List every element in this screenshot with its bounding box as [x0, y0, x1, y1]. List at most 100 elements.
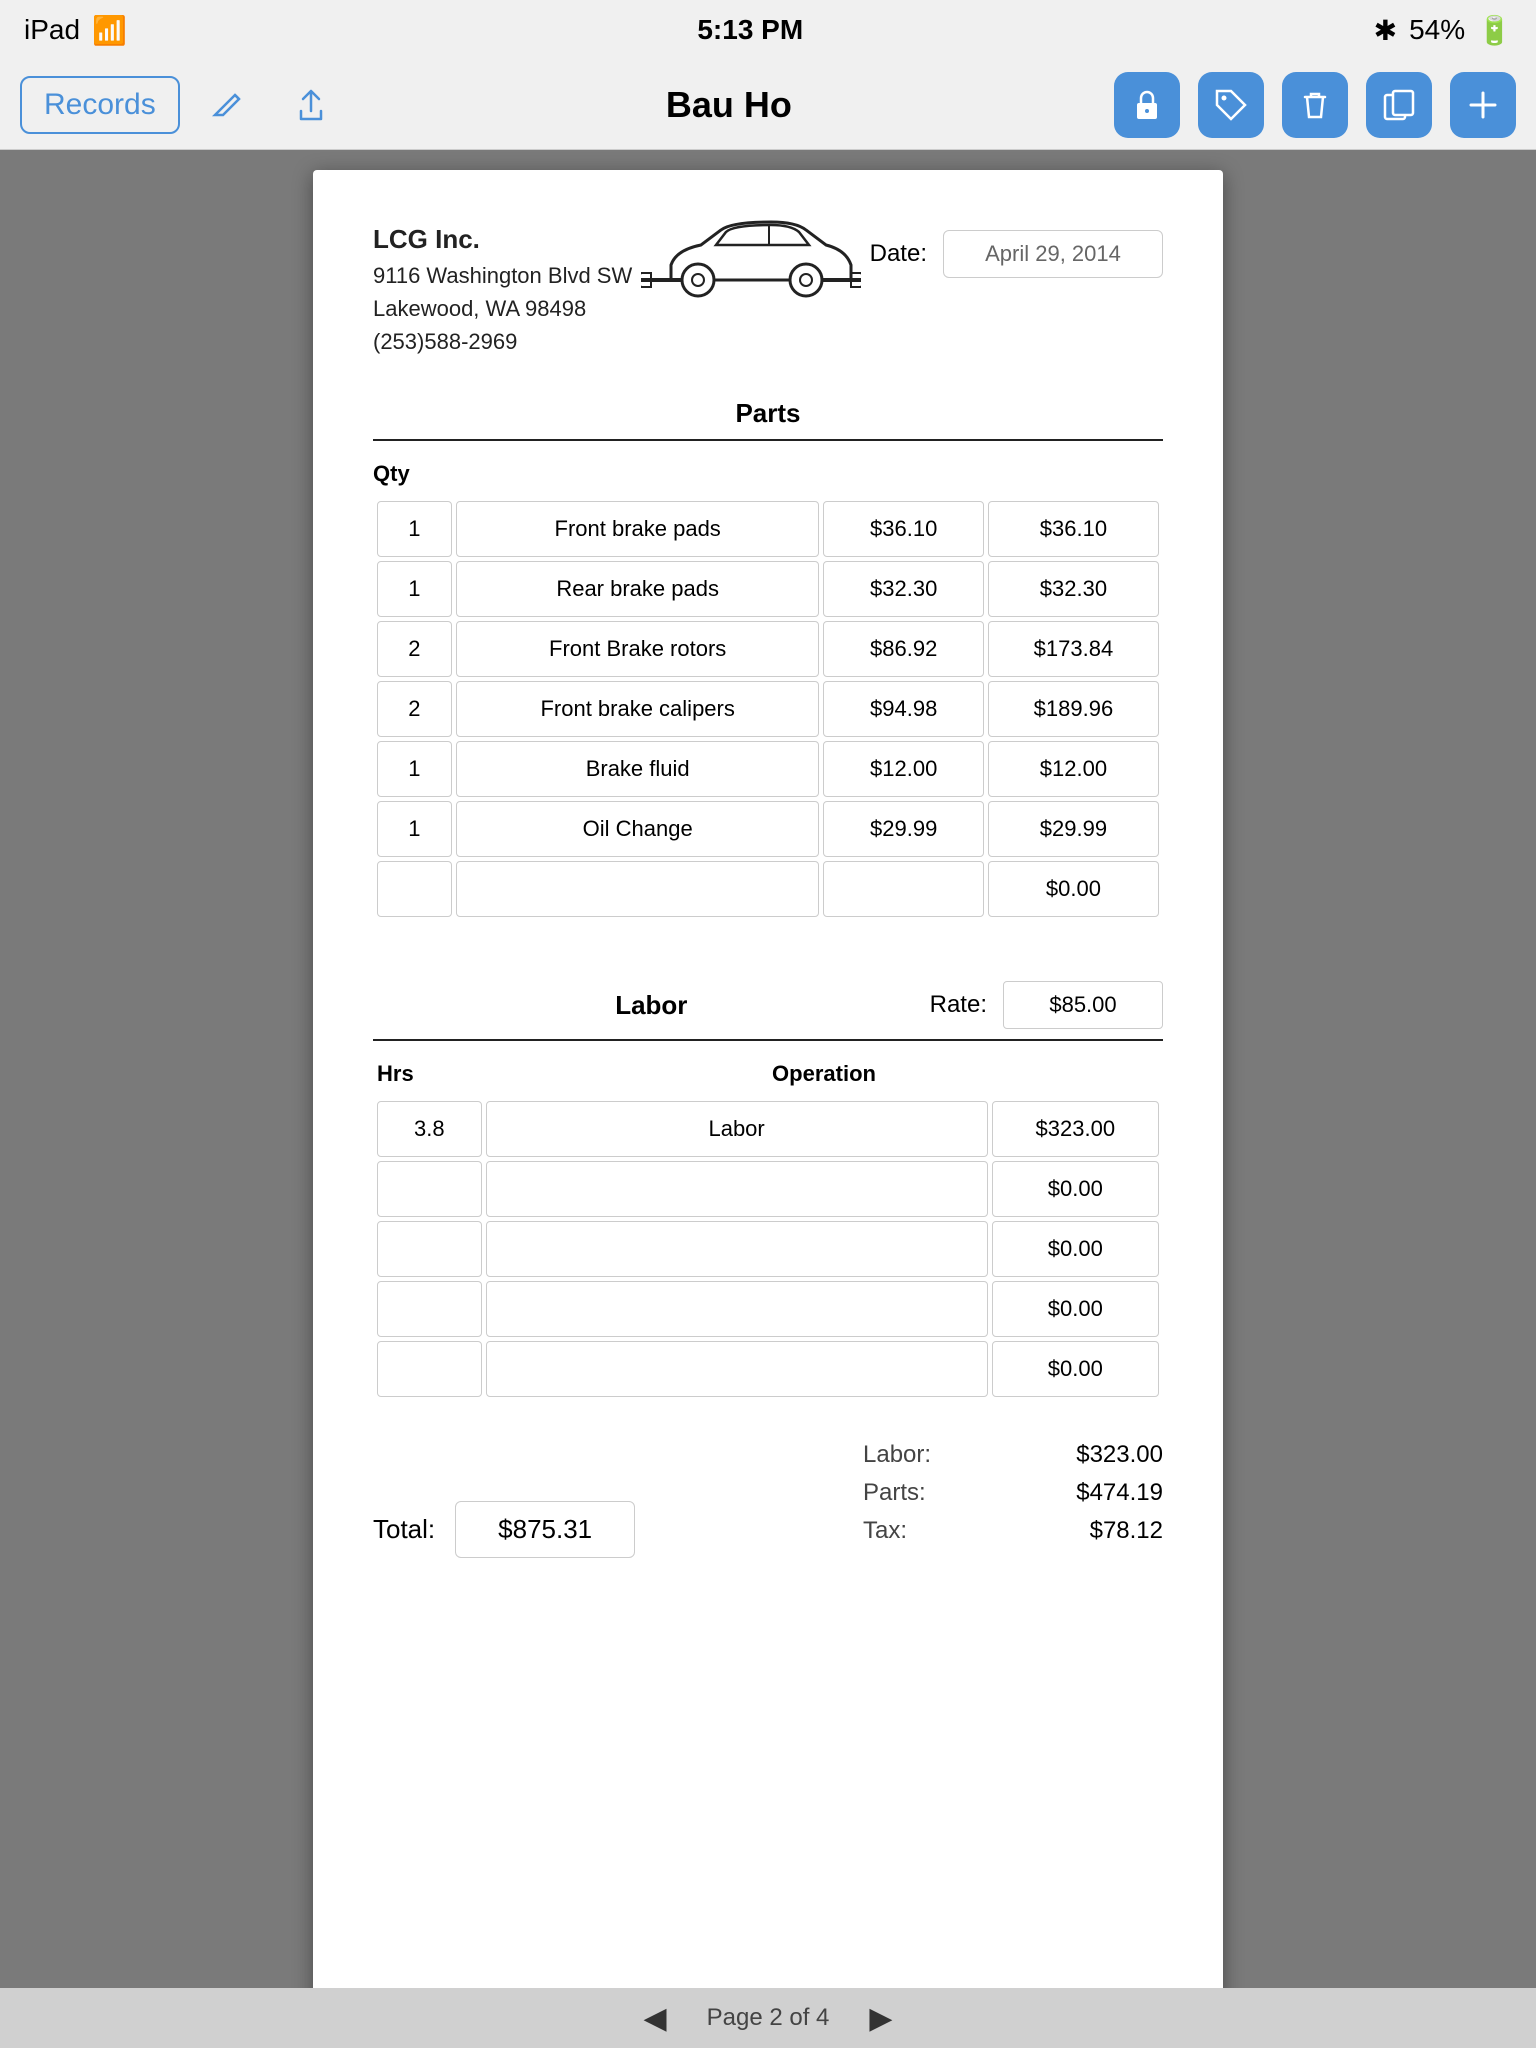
add-button[interactable]: [1450, 72, 1516, 138]
parts-price-3[interactable]: $94.98: [823, 681, 983, 737]
labor-hrs-2[interactable]: [377, 1221, 482, 1277]
labor-op-2[interactable]: [486, 1221, 988, 1277]
labor-hrs-0[interactable]: 3.8: [377, 1101, 482, 1157]
total-right: Labor: $323.00 Parts: $474.19 Tax: $78.1…: [863, 1441, 1163, 1545]
parts-price-1[interactable]: $32.30: [823, 561, 983, 617]
lock-button[interactable]: [1114, 72, 1180, 138]
prev-page-arrow[interactable]: ◀: [644, 2001, 667, 2036]
edit-button[interactable]: [196, 72, 262, 138]
share-button[interactable]: [278, 72, 344, 138]
tag-button[interactable]: [1198, 72, 1264, 138]
total-left: Total: $875.31: [373, 1501, 635, 1558]
toolbar-right: [1114, 72, 1516, 138]
qty-label: Qty: [373, 461, 1163, 487]
parts-section-title: Parts: [373, 398, 1163, 429]
parts-total-6[interactable]: $0.00: [988, 861, 1159, 917]
parts-table: 1 Front brake pads $36.10 $36.10 1 Rear …: [373, 497, 1163, 921]
labor-total-label: Labor:: [863, 1441, 931, 1469]
parts-name-5[interactable]: Oil Change: [456, 801, 820, 857]
labor-amt-2[interactable]: $0.00: [992, 1221, 1159, 1277]
car-logo: [641, 210, 861, 310]
total-value[interactable]: $875.31: [455, 1501, 635, 1558]
labor-hrs-4[interactable]: [377, 1341, 482, 1397]
parts-name-4[interactable]: Brake fluid: [456, 741, 820, 797]
date-label: Date:: [870, 240, 927, 268]
parts-name-2[interactable]: Front Brake rotors: [456, 621, 820, 677]
labor-amt-1[interactable]: $0.00: [992, 1161, 1159, 1217]
parts-qty-1[interactable]: 1: [377, 561, 452, 617]
parts-total-4[interactable]: $12.00: [988, 741, 1159, 797]
parts-price-0[interactable]: $36.10: [823, 501, 983, 557]
parts-qty-4[interactable]: 1: [377, 741, 452, 797]
total-label: Total:: [373, 1514, 435, 1545]
parts-total-0[interactable]: $36.10: [988, 501, 1159, 557]
page-indicator: ◀ Page 2 of 4 ▶: [0, 1988, 1536, 2048]
parts-qty-0[interactable]: 1: [377, 501, 452, 557]
parts-row: 2 Front brake calipers $94.98 $189.96: [377, 681, 1159, 737]
labor-op-0[interactable]: Labor: [486, 1101, 988, 1157]
date-section: Date: April 29, 2014: [870, 230, 1163, 278]
bluetooth-icon: ✱: [1374, 14, 1397, 47]
parts-name-1[interactable]: Rear brake pads: [456, 561, 820, 617]
parts-row: 1 Brake fluid $12.00 $12.00: [377, 741, 1159, 797]
parts-price-2[interactable]: $86.92: [823, 621, 983, 677]
labor-total-row: Labor: $323.00: [863, 1441, 1163, 1469]
parts-qty-5[interactable]: 1: [377, 801, 452, 857]
labor-row: 3.8 Labor $323.00: [377, 1101, 1159, 1157]
page-title: Bau Ho: [666, 84, 792, 126]
parts-row: 1 Rear brake pads $32.30 $32.30: [377, 561, 1159, 617]
company-name: LCG Inc.: [373, 220, 632, 259]
parts-total-label: Parts:: [863, 1479, 926, 1507]
parts-total-1[interactable]: $32.30: [988, 561, 1159, 617]
parts-price-4[interactable]: $12.00: [823, 741, 983, 797]
parts-total-value: $474.19: [1076, 1479, 1163, 1507]
date-value[interactable]: April 29, 2014: [943, 230, 1163, 278]
records-button[interactable]: Records: [20, 76, 180, 134]
status-bar: iPad 📶 5:13 PM ✱ 54% 🔋: [0, 0, 1536, 60]
parts-qty-3[interactable]: 2: [377, 681, 452, 737]
delete-button[interactable]: [1282, 72, 1348, 138]
battery-label: 54%: [1409, 14, 1465, 46]
tax-total-row: Tax: $78.12: [863, 1517, 1163, 1545]
labor-section-title: Labor: [373, 990, 930, 1021]
copy-button[interactable]: [1366, 72, 1432, 138]
tax-total-value: $78.12: [1090, 1517, 1163, 1545]
labor-rate-section: Rate: $85.00: [930, 981, 1163, 1029]
parts-divider: [373, 439, 1163, 441]
labor-op-1[interactable]: [486, 1161, 988, 1217]
labor-row: $0.00: [377, 1341, 1159, 1397]
parts-total-5[interactable]: $29.99: [988, 801, 1159, 857]
labor-hrs-3[interactable]: [377, 1281, 482, 1337]
toolbar: Records Bau Ho: [0, 60, 1536, 150]
labor-amt-0[interactable]: $323.00: [992, 1101, 1159, 1157]
labor-hrs-1[interactable]: [377, 1161, 482, 1217]
parts-total-3[interactable]: $189.96: [988, 681, 1159, 737]
parts-name-3[interactable]: Front brake calipers: [456, 681, 820, 737]
company-info: LCG Inc. 9116 Washington Blvd SW Lakewoo…: [373, 220, 632, 358]
op-col-label: Operation: [489, 1061, 1159, 1087]
labor-op-4[interactable]: [486, 1341, 988, 1397]
labor-amt-3[interactable]: $0.00: [992, 1281, 1159, 1337]
invoice-document: LCG Inc. 9116 Washington Blvd SW Lakewoo…: [313, 170, 1223, 2030]
next-page-arrow[interactable]: ▶: [869, 2001, 892, 2036]
parts-name-0[interactable]: Front brake pads: [456, 501, 820, 557]
status-left: iPad 📶: [24, 14, 127, 47]
totals-section: Total: $875.31 Labor: $323.00 Parts: $47…: [373, 1441, 1163, 1558]
labor-amt-4[interactable]: $0.00: [992, 1341, 1159, 1397]
company-address2: Lakewood, WA 98498: [373, 292, 632, 325]
labor-row: $0.00: [377, 1221, 1159, 1277]
labor-row: $0.00: [377, 1161, 1159, 1217]
parts-price-5[interactable]: $29.99: [823, 801, 983, 857]
status-right: ✱ 54% 🔋: [1374, 14, 1512, 47]
parts-price-6[interactable]: [823, 861, 983, 917]
parts-total-2[interactable]: $173.84: [988, 621, 1159, 677]
labor-op-3[interactable]: [486, 1281, 988, 1337]
parts-name-6[interactable]: [456, 861, 820, 917]
labor-rate-value[interactable]: $85.00: [1003, 981, 1163, 1029]
parts-qty-6[interactable]: [377, 861, 452, 917]
status-time: 5:13 PM: [697, 14, 803, 46]
labor-table: 3.8 Labor $323.00 $0.00 $0.00 $0.00 $0.0…: [373, 1097, 1163, 1401]
parts-row: 2 Front Brake rotors $86.92 $173.84: [377, 621, 1159, 677]
labor-column-headers: Hrs Operation: [373, 1061, 1163, 1087]
parts-qty-2[interactable]: 2: [377, 621, 452, 677]
